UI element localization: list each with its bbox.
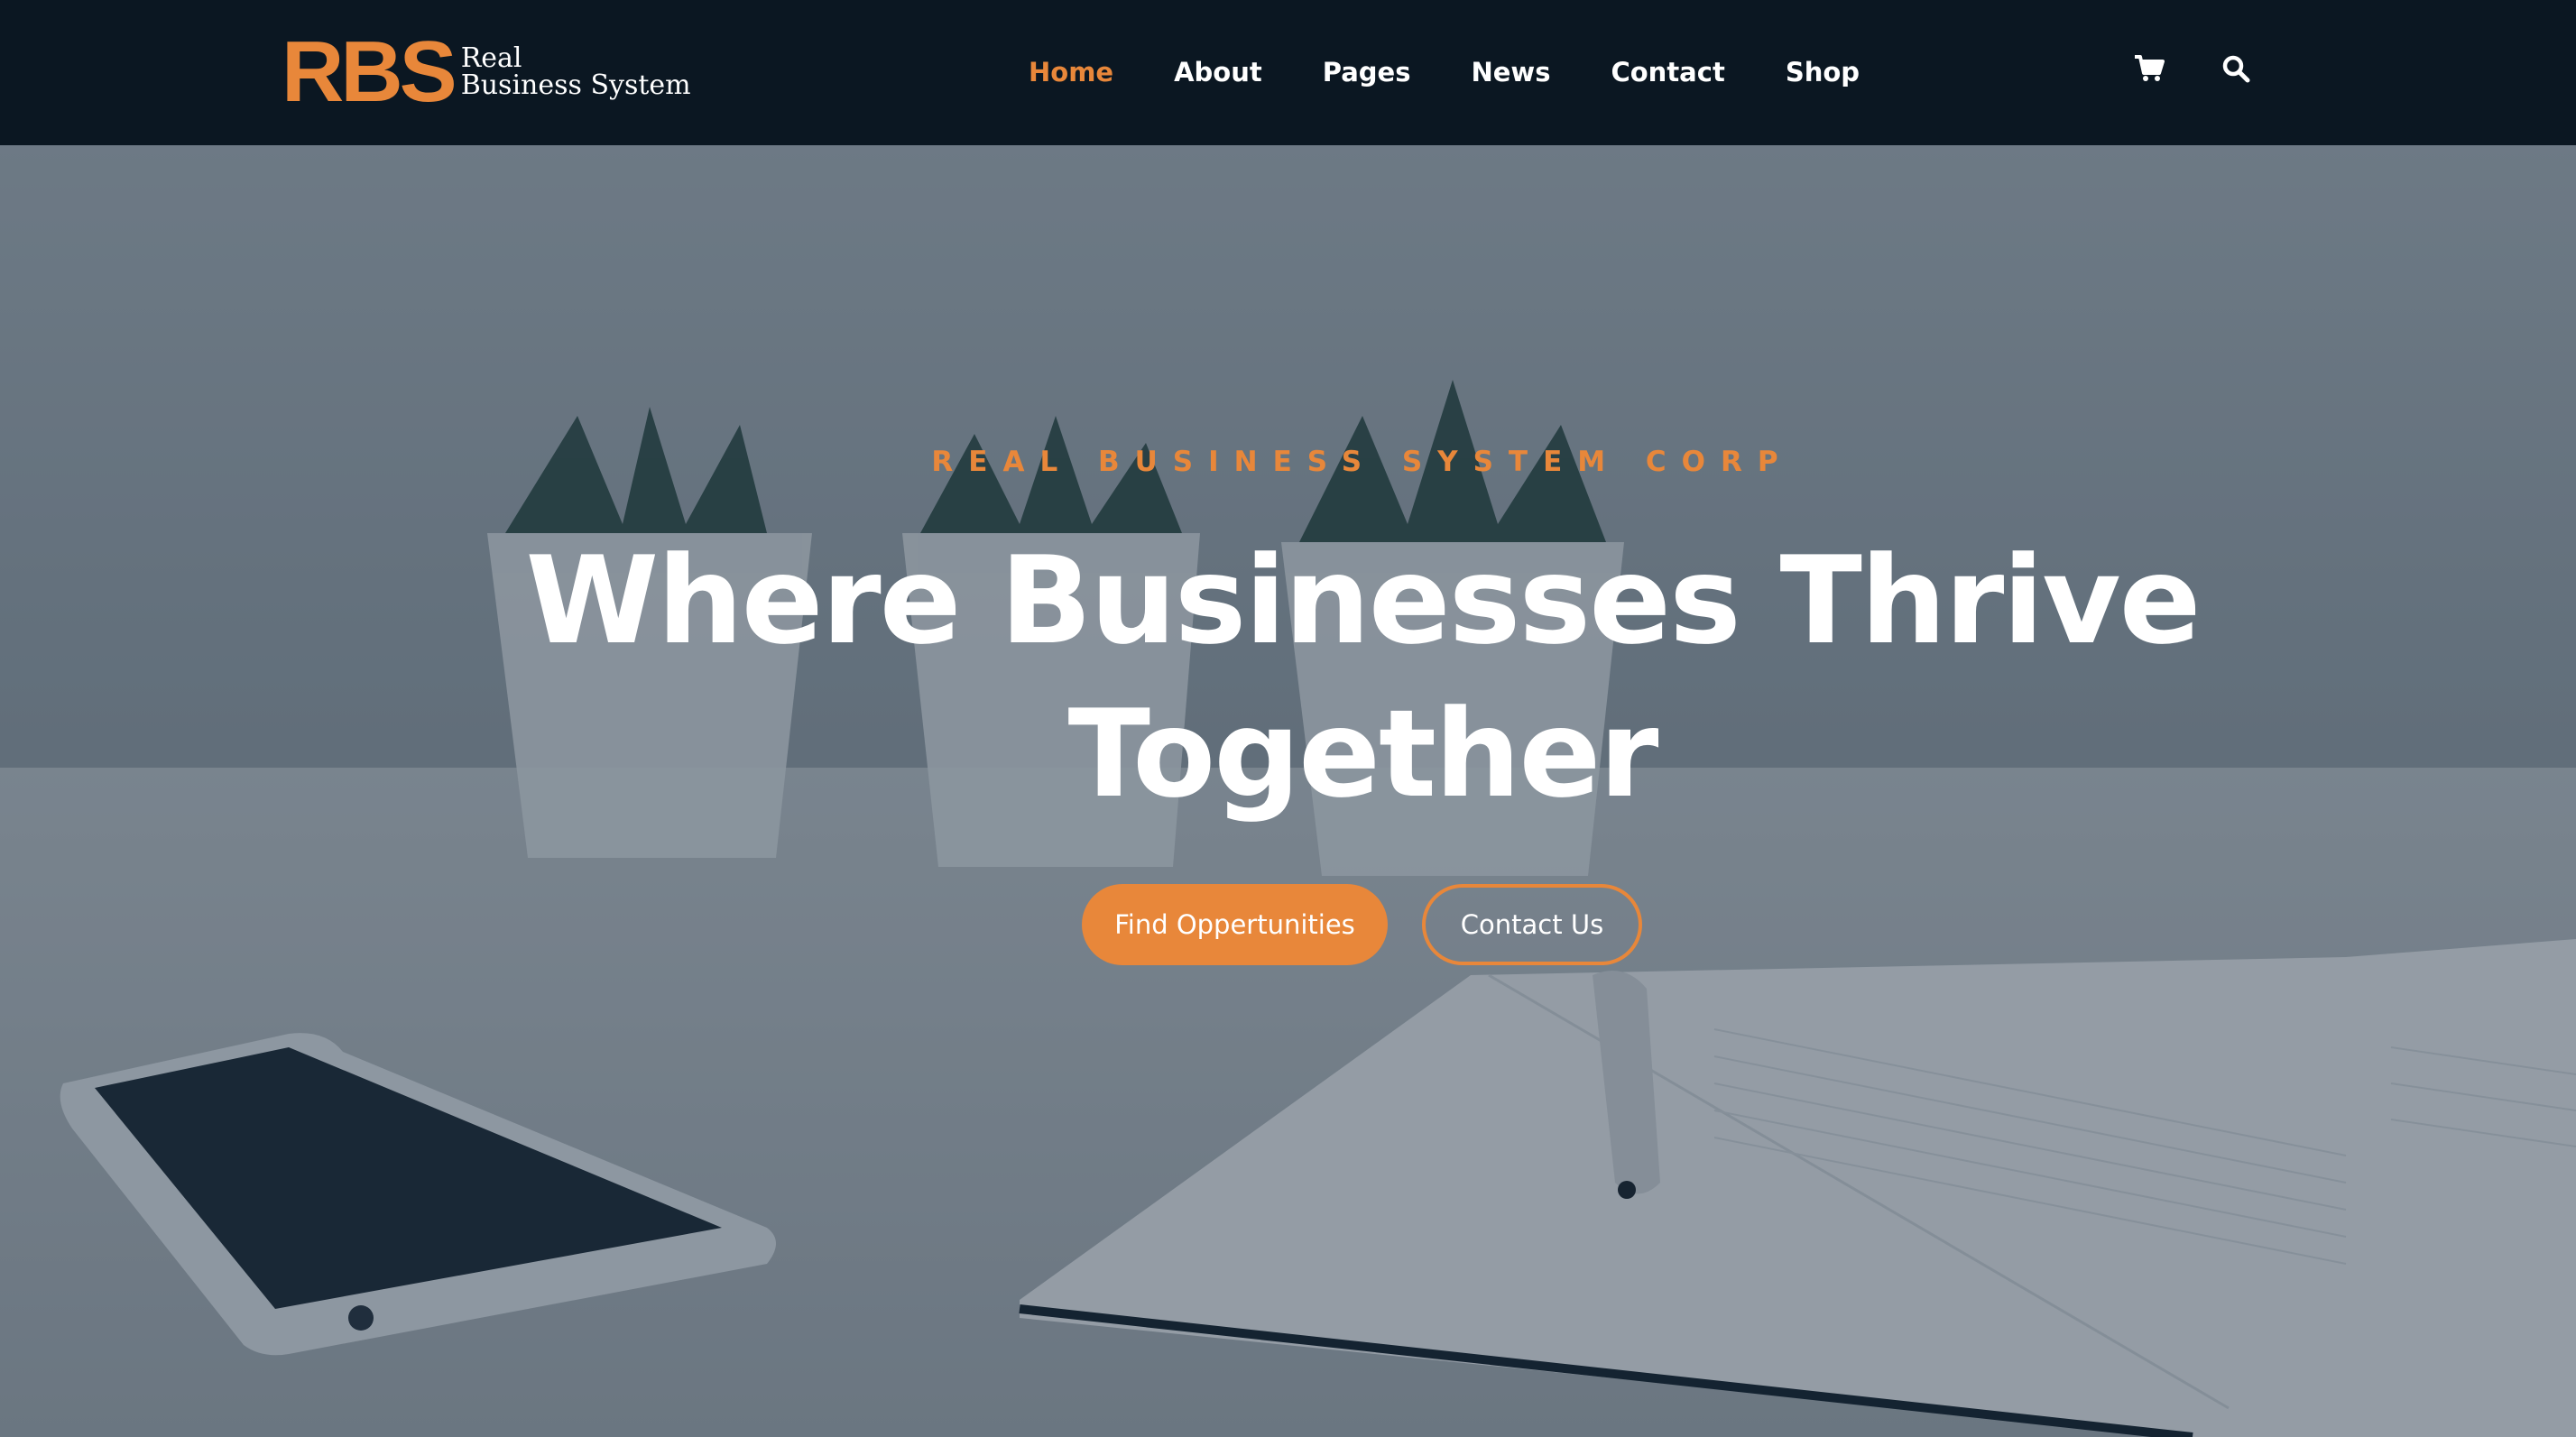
nav-item-home[interactable]: Home: [1029, 57, 1113, 88]
nav-item-shop[interactable]: Shop: [1786, 57, 1860, 88]
hero-headline-line-1: Where Businesses Thrive: [525, 530, 2201, 671]
hero-headline: Where Businesses Thrive Together: [0, 524, 2576, 831]
hero-section: REAL BUSINESS SYSTEM CORP Where Business…: [0, 145, 2576, 1437]
logo-line-1: Real: [460, 42, 522, 74]
find-opportunities-button[interactable]: Find Oppertunities: [1082, 884, 1388, 965]
nav-item-news[interactable]: News: [1471, 57, 1550, 88]
main-nav: Home About Pages News Contact Shop: [1029, 45, 1920, 99]
logo-wordmark: Real Business System: [461, 45, 691, 99]
site-header: RBS Real Business System Home About Page…: [0, 0, 2576, 145]
nav-item-about[interactable]: About: [1174, 57, 1262, 88]
contact-us-button[interactable]: Contact Us: [1422, 884, 1642, 965]
header-icons: [2129, 49, 2303, 88]
hero-headline-line-2: Together: [1067, 684, 1659, 824]
logo-mark: RBS: [282, 23, 457, 120]
search-icon[interactable]: [2216, 49, 2256, 88]
cart-icon[interactable]: [2129, 49, 2169, 88]
nav-item-pages[interactable]: Pages: [1323, 57, 1411, 88]
brand-logo[interactable]: RBS Real Business System: [282, 27, 691, 117]
nav-item-contact[interactable]: Contact: [1611, 57, 1724, 88]
hero-eyebrow: REAL BUSINESS SYSTEM CORP: [931, 446, 1794, 478]
hero-cta-row: Find Oppertunities Contact Us: [1082, 884, 1642, 965]
logo-line-2: Business System: [460, 69, 691, 101]
